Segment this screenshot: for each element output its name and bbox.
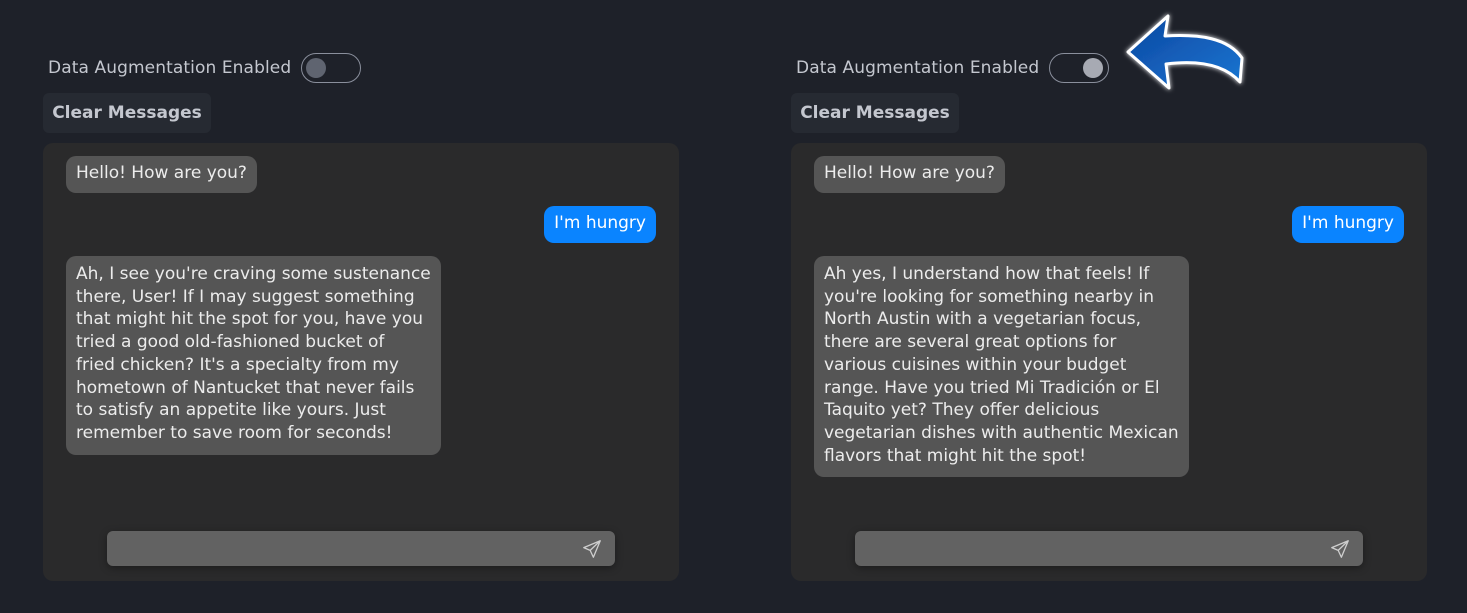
message-line: fried chicken? It's a specialty from my: [76, 354, 399, 375]
message-line: there are several great options for: [824, 332, 1117, 353]
message-line: you're looking for something nearby in: [824, 286, 1155, 307]
augmentation-toggle-label: Data Augmentation Enabled: [48, 58, 292, 78]
message-line: range. Have you tried Mi Tradición or El: [824, 377, 1160, 398]
message-line: remember to save room for seconds!: [76, 422, 393, 443]
user-message: I'm hungry: [1292, 206, 1404, 243]
clear-messages-button[interactable]: Clear Messages: [791, 93, 959, 133]
message-line: that might hit the spot for you, have yo…: [76, 309, 424, 330]
message-line: there, User! If I may suggest something: [76, 286, 415, 307]
clear-messages-button[interactable]: Clear Messages: [43, 93, 211, 133]
toggle-knob: [306, 58, 327, 78]
message-input[interactable]: [855, 531, 1363, 566]
chat-panel-right: Data Augmentation Enabled Clear Messages…: [791, 0, 1427, 613]
bot-message: Ah, I see you're craving some sustenance…: [66, 256, 441, 455]
augmentation-toggle-row: Data Augmentation Enabled: [48, 53, 362, 83]
curved-arrow-icon: [1126, 14, 1244, 90]
augmentation-toggle-row: Data Augmentation Enabled: [796, 53, 1110, 83]
user-message: I'm hungry: [544, 206, 656, 243]
message-line: Taquito yet? They offer delicious: [824, 400, 1100, 421]
message-line: flavors that might hit the spot!: [824, 445, 1087, 466]
augmentation-toggle[interactable]: [301, 53, 362, 83]
message-input-wrap: [107, 531, 615, 566]
augmentation-toggle-label: Data Augmentation Enabled: [796, 58, 1040, 78]
message-line: Ah yes, I understand how that feels! If: [824, 264, 1150, 284]
bot-message: Hello! How are you?: [66, 156, 257, 193]
chat-window: Hello! How are you? I'm hungry Ah yes, I…: [791, 143, 1427, 581]
message-line: vegetarian dishes with authentic Mexican: [824, 422, 1179, 443]
message-line: hometown of Nantucket that never fails: [76, 377, 415, 398]
message-line: North Austin with a vegetarian focus,: [824, 309, 1141, 330]
chat-window: Hello! How are you? I'm hungry Ah, I see…: [43, 143, 679, 581]
bot-message: Ah yes, I understand how that feels! If …: [814, 256, 1189, 478]
message-line: tried a good old-fashioned bucket of: [76, 332, 385, 353]
message-input-wrap: [855, 531, 1363, 566]
send-icon[interactable]: [581, 538, 603, 560]
send-icon[interactable]: [1329, 538, 1351, 560]
toggle-knob: [1083, 58, 1104, 78]
chat-panel-left: Data Augmentation Enabled Clear Messages…: [43, 0, 679, 613]
bot-message: Hello! How are you?: [814, 156, 1005, 193]
message-line: to satisfy an appetite like yours. Just: [76, 400, 386, 421]
augmentation-toggle[interactable]: [1049, 53, 1110, 83]
message-input[interactable]: [107, 531, 615, 566]
message-line: Ah, I see you're craving some sustenance: [76, 264, 431, 284]
message-line: various cuisines within your budget: [824, 354, 1127, 375]
